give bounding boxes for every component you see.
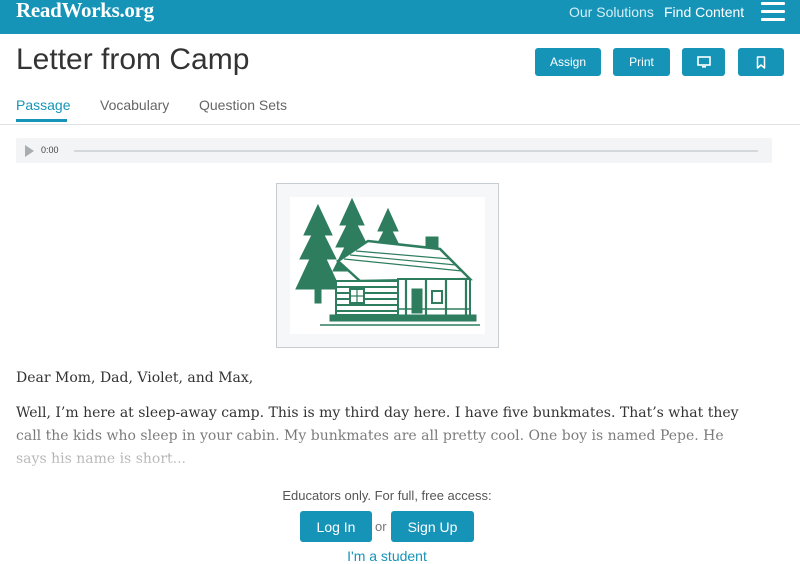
bookmark-icon: [756, 55, 766, 69]
log-cabin-image: [295, 197, 480, 326]
present-button[interactable]: [682, 48, 725, 76]
audio-progress-track[interactable]: [74, 150, 758, 152]
educators-access-note: Educators only. For full, free access:: [282, 488, 492, 503]
audio-player: 0:00: [16, 138, 772, 163]
top-nav-bar: ReadWorks.org Our Solutions Find Content: [0, 0, 800, 34]
tab-passage[interactable]: Passage: [16, 97, 70, 113]
assign-button[interactable]: Assign: [535, 48, 601, 76]
readworks-logo[interactable]: ReadWorks.org: [16, 0, 154, 23]
student-login-link[interactable]: I'm a student: [0, 548, 774, 564]
sign-up-button[interactable]: Sign Up: [391, 511, 474, 542]
log-in-button[interactable]: Log In: [300, 511, 372, 542]
play-icon[interactable]: [25, 145, 34, 157]
access-gate: Educators only. For full, free access: L…: [0, 480, 800, 564]
active-tab-indicator: [16, 119, 67, 122]
nav-find-content[interactable]: Find Content: [664, 4, 744, 20]
passage-illustration: [276, 183, 499, 348]
nav-our-solutions[interactable]: Our Solutions: [569, 4, 654, 20]
passage-salutation: Dear Mom, Dad, Violet, and Max,: [16, 370, 254, 386]
hamburger-menu-icon[interactable]: [761, 2, 785, 21]
passage-paragraph: Well, I’m here at sleep-away camp. This …: [16, 405, 739, 467]
audio-time: 0:00: [41, 145, 59, 155]
page-header: Letter from Camp Assign Print Passage Vo…: [0, 34, 800, 125]
print-button[interactable]: Print: [613, 48, 670, 76]
tab-vocabulary[interactable]: Vocabulary: [100, 97, 169, 113]
pine-tree-left: [295, 203, 341, 304]
bookmark-button[interactable]: [738, 48, 784, 76]
or-separator: or: [375, 519, 387, 534]
tab-question-sets[interactable]: Question Sets: [199, 97, 287, 113]
illustration-canvas: [290, 197, 485, 334]
monitor-icon: [696, 56, 711, 68]
page-title: Letter from Camp: [16, 43, 250, 76]
